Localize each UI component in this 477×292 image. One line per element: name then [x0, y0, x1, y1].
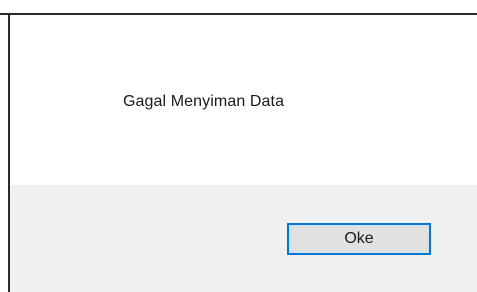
ok-button[interactable]: Oke [287, 223, 431, 255]
message-dialog: Gagal Menyiman Data Oke [0, 0, 477, 292]
dialog-message: Gagal Menyiman Data [123, 93, 285, 110]
dialog-content-area: Gagal Menyiman Data [10, 15, 477, 185]
dialog-button-bar: Oke [10, 185, 477, 292]
